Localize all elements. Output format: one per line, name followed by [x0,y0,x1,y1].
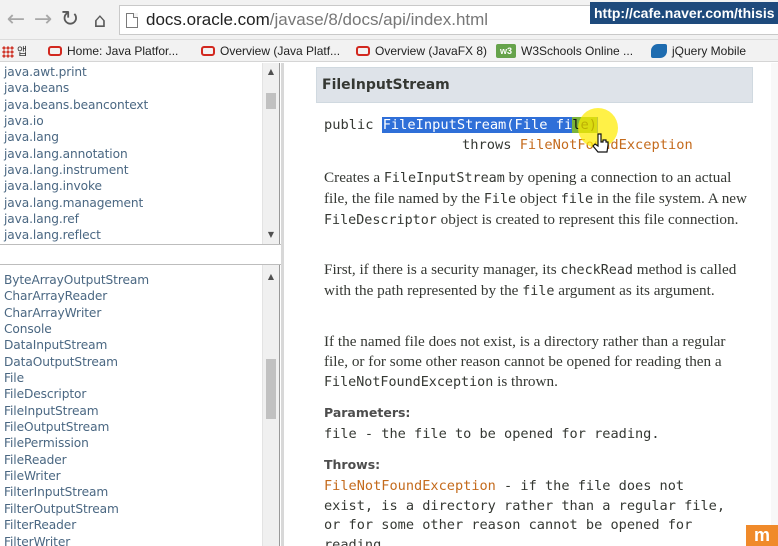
member-heading-box: FileInputStream [316,67,753,103]
frame-splitter[interactable] [0,244,284,265]
bookmark-home-java[interactable]: Home: Java Platfor... [48,42,178,60]
class-scrollbar[interactable]: ▲ [262,265,279,546]
reload-icon[interactable]: ↻ [58,8,82,32]
oracle-icon [356,45,370,56]
throws-label: Throws: [324,457,381,472]
class-link[interactable]: DataInputStream [4,337,149,353]
selected-text: FileInputStream(File file) [381,117,598,133]
package-link[interactable]: java.lang.invoke [4,178,148,194]
class-link[interactable]: FileReader [4,452,149,468]
home-icon[interactable]: ⌂ [88,8,112,32]
description-paragraph-3: If the named file does not exist, is a d… [324,333,726,390]
class-link[interactable]: ByteArrayOutputStream [4,272,149,288]
class-link[interactable]: Console [4,321,149,337]
class-link[interactable]: FilterReader [4,517,149,533]
scroll-up-icon[interactable]: ▲ [263,64,279,80]
w3schools-icon: w3 [496,43,516,58]
bookmark-overview-java[interactable]: Overview (Java Platf... [201,42,340,60]
parameter-description: file - the file to be opened for reading… [324,426,660,442]
jquery-icon [651,43,667,58]
url-text[interactable]: docs.oracle.com/javase/8/docs/api/index.… [146,10,488,30]
class-link[interactable]: FilterInputStream [4,484,149,500]
content-scrollbar[interactable] [771,63,778,546]
class-link[interactable]: FilterWriter [4,534,149,546]
bookmark-overview-javafx[interactable]: Overview (JavaFX 8) [356,42,487,60]
package-link[interactable]: java.lang.annotation [4,146,148,162]
browser-toolbar: ← → ↻ ⌂ docs.oracle.com/javase/8/docs/ap… [0,0,778,40]
class-link[interactable]: CharArrayReader [4,288,149,304]
forward-arrow-icon[interactable]: → [31,8,55,32]
exception-link[interactable]: FileNotFoundException [324,478,496,494]
bookmark-jquery-mobile[interactable]: jQuery Mobile [651,42,746,60]
class-link[interactable]: File [4,370,149,386]
package-link[interactable]: java.awt.print [4,64,148,80]
package-link[interactable]: java.beans [4,80,148,96]
package-link[interactable]: java.beans.beancontext [4,97,148,113]
class-link[interactable]: FilePermission [4,435,149,451]
class-link[interactable]: FilterOutputStream [4,501,149,517]
class-link[interactable]: FileDescriptor [4,386,149,402]
bookmark-w3schools[interactable]: w3 W3Schools Online ... [496,42,633,60]
scroll-up-icon[interactable]: ▲ [263,269,279,285]
package-link[interactable]: java.lang.ref [4,211,148,227]
class-link[interactable]: FileInputStream [4,403,149,419]
oracle-icon [48,45,62,56]
package-link[interactable]: java.lang [4,129,148,145]
throws-description: FileNotFoundException - if the file does… [324,478,726,546]
description-paragraph-2: First, if there is a security manager, i… [324,261,737,299]
class-link[interactable]: FileWriter [4,468,149,484]
apps-grid-icon[interactable] [2,46,14,58]
apps-label[interactable]: 앱 [17,43,27,59]
scroll-thumb[interactable] [266,359,276,419]
package-link[interactable]: java.lang.reflect [4,227,148,243]
back-arrow-icon[interactable]: ← [4,8,28,32]
member-heading: FileInputStream [322,77,450,93]
package-scrollbar[interactable]: ▲ ▼ [262,63,279,244]
package-list: java.awt.print java.beans java.beans.beanc… [4,64,148,244]
hand-cursor-icon [592,133,609,153]
class-link[interactable]: DataOutputStream [4,354,149,370]
package-link[interactable]: java.lang.instrument [4,162,148,178]
scroll-down-icon[interactable]: ▼ [263,227,279,243]
page-icon [126,13,138,28]
status-link-tooltip: http://cafe.naver.com/thisis [590,2,778,24]
class-list: ByteArrayOutputStream CharArrayReader Char… [4,272,149,546]
constructor-signature: public FileInputStream(File file) throws… [324,115,693,155]
package-link[interactable]: java.lang.management [4,195,148,211]
description-paragraph-1: Creates a FileInputStream by opening a c… [324,169,748,228]
channel-logo: m [746,525,778,546]
package-link[interactable]: java.io [4,113,148,129]
class-link[interactable]: CharArrayWriter [4,305,149,321]
bookmarks-bar: 앱 Home: Java Platfor... Overview (Java P… [0,40,778,62]
oracle-icon [201,45,215,56]
package-list-frame: java.awt.print java.beans java.beans.beanc… [0,63,280,244]
class-detail-frame: FileInputStream public FileInputStream(F… [284,63,778,546]
scroll-thumb[interactable] [266,93,276,109]
class-list-frame: ByteArrayOutputStream CharArrayReader Char… [0,265,280,546]
class-link[interactable]: FileOutputStream [4,419,149,435]
parameters-label: Parameters: [324,405,411,420]
